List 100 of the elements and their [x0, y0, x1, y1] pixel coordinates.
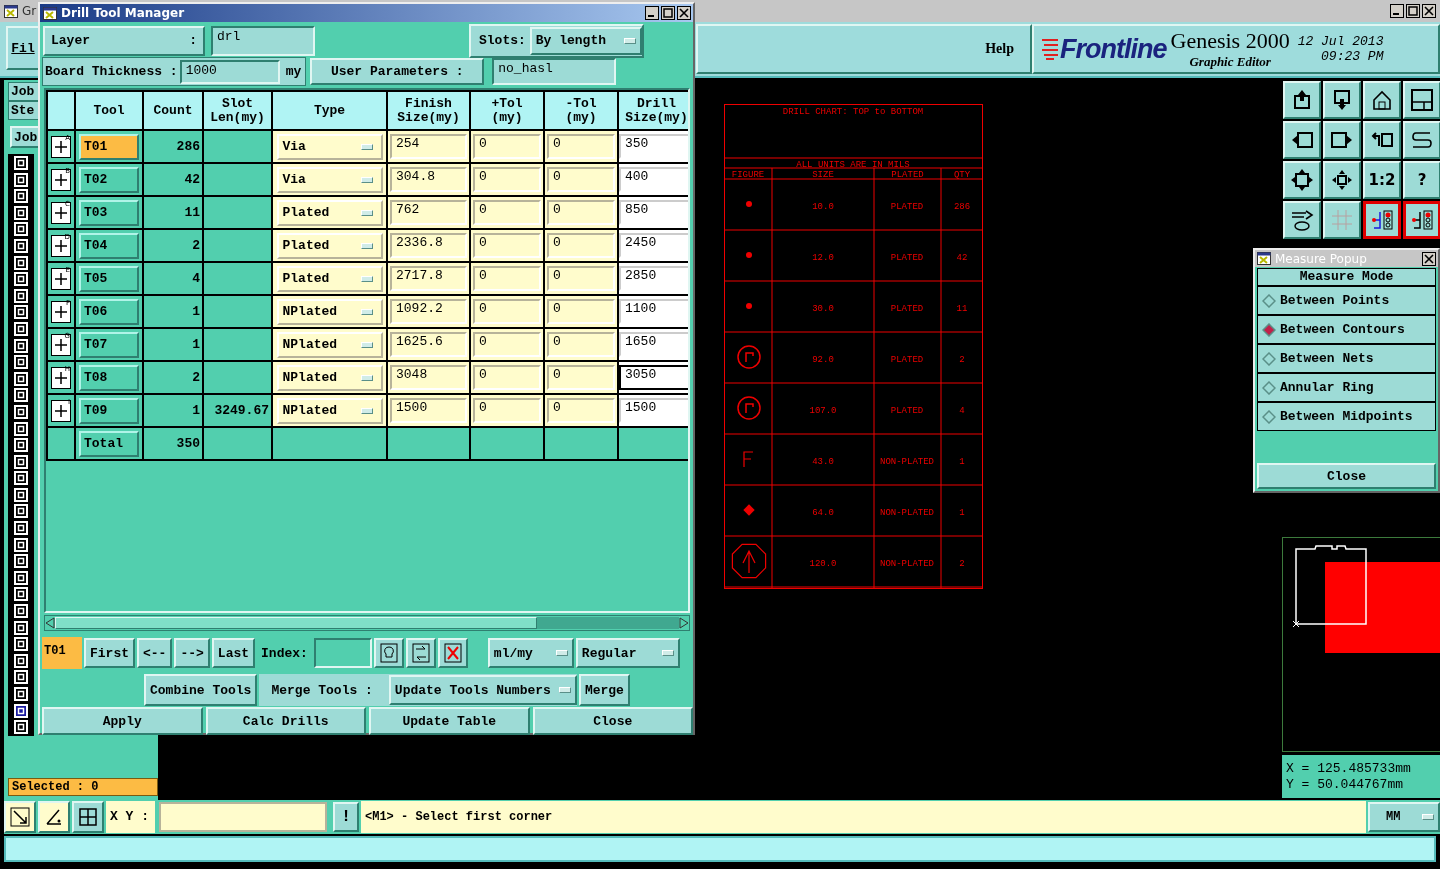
minus-tolerance-field[interactable]: 0: [547, 266, 615, 291]
finish-size-field[interactable]: 3048: [390, 365, 467, 390]
scroll-thumb[interactable]: [55, 617, 537, 629]
radio-option[interactable]: Between Nets: [1257, 344, 1436, 373]
drill-size-field[interactable]: 350: [619, 134, 688, 159]
unit-dropdown[interactable]: ml/my: [487, 638, 574, 668]
toolbar-button[interactable]: [1403, 201, 1440, 239]
minus-tolerance-field[interactable]: 0: [547, 299, 615, 324]
plus-tolerance-field[interactable]: 0: [473, 299, 541, 324]
total-button[interactable]: Total: [79, 430, 139, 457]
toolbar-button[interactable]: 1:2: [1363, 161, 1401, 199]
navigation-button[interactable]: <--: [137, 638, 173, 668]
type-dropdown[interactable]: NPlated: [276, 298, 383, 325]
navigation-button[interactable]: First: [84, 638, 135, 668]
layer-button[interactable]: Layer :: [43, 25, 205, 56]
tool-button[interactable]: T08: [79, 364, 139, 391]
action-button[interactable]: Apply: [42, 707, 203, 735]
tool-button[interactable]: T06: [79, 298, 139, 325]
hint-button[interactable]: [373, 638, 404, 668]
slots-dropdown[interactable]: By length: [529, 26, 642, 55]
radio-option[interactable]: Between Points: [1257, 286, 1436, 315]
finish-size-field[interactable]: 2717.8: [390, 266, 467, 291]
minus-tolerance-field[interactable]: 0: [547, 233, 615, 258]
tool-button[interactable]: T09: [79, 397, 139, 424]
minus-tolerance-field[interactable]: 0: [547, 365, 615, 390]
action-button[interactable]: Calc Drills: [205, 707, 366, 735]
close-button[interactable]: Close: [1257, 463, 1436, 489]
navigation-button[interactable]: Last: [211, 638, 256, 668]
mode-dropdown[interactable]: Regular: [575, 638, 680, 668]
drill-size-field[interactable]: 1650: [619, 332, 688, 357]
type-dropdown[interactable]: Plated: [276, 199, 383, 226]
tool-button[interactable]: T03: [79, 199, 139, 226]
help-menu[interactable]: Help: [985, 41, 1014, 57]
type-dropdown[interactable]: NPlated: [276, 364, 383, 391]
swap-button[interactable]: [405, 638, 436, 668]
user-parameters-field[interactable]: no_hasl: [492, 58, 617, 85]
radio-option[interactable]: Between Midpoints: [1257, 402, 1436, 431]
plus-tolerance-field[interactable]: 0: [473, 200, 541, 225]
drill-size-field[interactable]: 400: [619, 167, 688, 192]
tool-button[interactable]: T04: [79, 232, 139, 259]
drill-size-field[interactable]: 2450: [619, 233, 688, 258]
count-cell: 1: [144, 329, 202, 360]
minus-tolerance-field[interactable]: 0: [547, 200, 615, 225]
tool-button[interactable]: T05: [79, 265, 139, 292]
finish-size-field[interactable]: 762: [390, 200, 467, 225]
side-tab[interactable]: Job: [8, 82, 40, 101]
side-tab[interactable]: Ste: [8, 101, 40, 120]
type-dropdown[interactable]: Via: [276, 133, 383, 160]
plus-tolerance-field[interactable]: 0: [473, 134, 541, 159]
finish-size-field[interactable]: 1625.6: [390, 332, 467, 357]
minus-tolerance-field[interactable]: 0: [547, 332, 615, 357]
plus-tolerance-field[interactable]: 0: [473, 266, 541, 291]
type-dropdown[interactable]: Plated: [276, 232, 383, 259]
finish-size-field[interactable]: 2336.8: [390, 233, 467, 258]
plus-tolerance-field[interactable]: 0: [473, 398, 541, 423]
action-button[interactable]: Close: [532, 707, 693, 735]
zoom-button[interactable]: [4, 801, 36, 833]
combine-tools-button[interactable]: Combine Tools: [144, 674, 258, 706]
finish-size-field[interactable]: 1092.2: [390, 299, 467, 324]
drill-size-field[interactable]: 850: [619, 200, 688, 225]
type-dropdown[interactable]: Plated: [276, 265, 383, 292]
layer-field[interactable]: drl: [211, 25, 315, 56]
tool-button[interactable]: T07: [79, 331, 139, 358]
action-button[interactable]: Update Table: [369, 707, 530, 735]
finish-size-field[interactable]: 1500: [390, 398, 467, 423]
horizontal-scrollbar[interactable]: [44, 615, 690, 631]
plus-tolerance-field[interactable]: 0: [473, 233, 541, 258]
finish-size-field[interactable]: 254: [390, 134, 467, 159]
menu-button[interactable]: Fil: [6, 26, 40, 70]
thickness-field[interactable]: 1000: [179, 59, 280, 84]
grid-button[interactable]: [72, 801, 104, 833]
toolbar-button[interactable]: ?: [1403, 161, 1440, 199]
delete-button[interactable]: [437, 638, 468, 668]
drill-size-field[interactable]: 2850: [619, 266, 688, 291]
drill-size-field[interactable]: 3050: [619, 365, 688, 390]
drill-size-field[interactable]: 1500: [619, 398, 688, 423]
plus-tolerance-field[interactable]: 0: [473, 365, 541, 390]
tool-button[interactable]: T02: [79, 166, 139, 193]
minus-tolerance-field[interactable]: 0: [547, 134, 615, 159]
type-dropdown[interactable]: NPlated: [276, 397, 383, 424]
user-parameters-button[interactable]: User Parameters :: [310, 58, 485, 85]
type-dropdown[interactable]: NPlated: [276, 331, 383, 358]
merge-mode-dropdown[interactable]: Update Tools Numbers: [388, 675, 577, 705]
type-dropdown[interactable]: Via: [276, 166, 383, 193]
minus-tolerance-field[interactable]: 0: [547, 398, 615, 423]
drill-size-field[interactable]: 1100: [619, 299, 688, 324]
angle-button[interactable]: [38, 801, 70, 833]
radio-option[interactable]: Annular Ring: [1257, 373, 1436, 402]
alert-button[interactable]: !: [333, 802, 359, 832]
xy-input-field[interactable]: [159, 802, 327, 832]
plus-tolerance-field[interactable]: 0: [473, 332, 541, 357]
finish-size-field[interactable]: 304.8: [390, 167, 467, 192]
navigation-button[interactable]: -->: [174, 638, 210, 668]
minus-tolerance-field[interactable]: 0: [547, 167, 615, 192]
radio-option[interactable]: Between Contours: [1257, 315, 1436, 344]
merge-button[interactable]: Merge: [578, 674, 630, 706]
plus-tolerance-field[interactable]: 0: [473, 167, 541, 192]
tool-button[interactable]: T01: [79, 133, 139, 160]
units-dropdown[interactable]: MM: [1368, 802, 1440, 832]
index-field[interactable]: [313, 638, 372, 668]
